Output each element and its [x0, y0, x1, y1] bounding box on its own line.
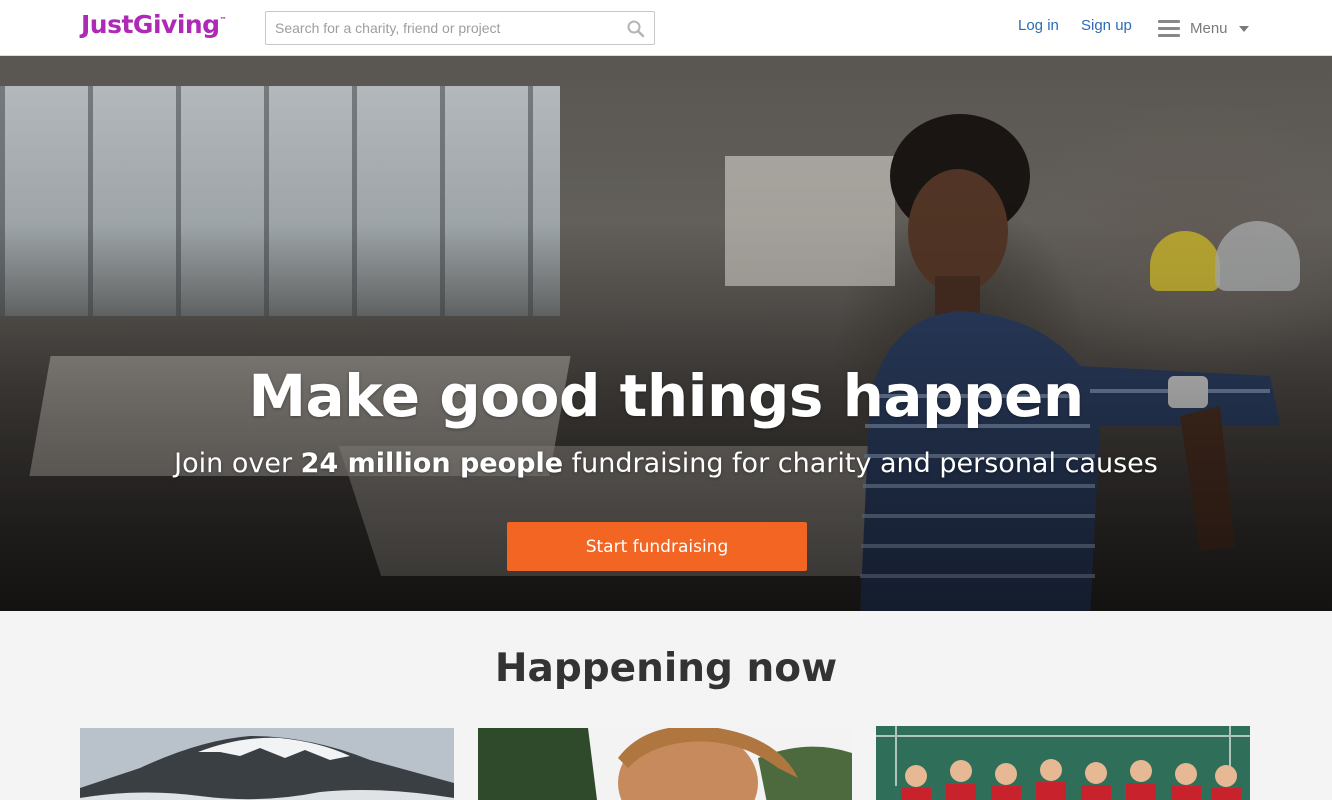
- site-header: JustGiving™ Log in Sign up Menu: [0, 0, 1332, 56]
- story-card-mountain[interactable]: [80, 728, 454, 800]
- story-card-runner[interactable]: [478, 728, 852, 800]
- team-celebration-photo: [876, 726, 1250, 800]
- hero-subtitle-prefix: Join over: [174, 448, 301, 479]
- hamburger-icon: [1158, 19, 1180, 37]
- search-icon[interactable]: [626, 19, 646, 39]
- menu-button[interactable]: Menu: [1158, 14, 1249, 42]
- login-link[interactable]: Log in: [1018, 17, 1059, 34]
- chevron-down-icon: [1238, 26, 1249, 32]
- hero-subtitle-suffix: fundraising for charity and personal cau…: [563, 448, 1158, 479]
- runner-photo: [478, 728, 852, 800]
- happening-now-title: Happening now: [494, 646, 838, 691]
- start-fundraising-button[interactable]: Start fundraising: [507, 522, 807, 571]
- logo-text: JustGiving: [81, 10, 220, 39]
- story-card-team[interactable]: [876, 726, 1250, 800]
- trademark-mark: ™: [219, 16, 227, 24]
- mountain-photo: [80, 728, 454, 800]
- hero-subtitle-highlight: 24 million people: [300, 448, 564, 479]
- hero-banner: Make good things happen Join over 24 mil…: [0, 56, 1332, 611]
- hero-subtitle: Join over 24 million people fundraising …: [0, 448, 1332, 479]
- justgiving-logo[interactable]: JustGiving™: [81, 10, 227, 39]
- search-box: [265, 11, 655, 45]
- signup-link[interactable]: Sign up: [1081, 17, 1132, 34]
- hero-title: Make good things happen: [248, 362, 1084, 430]
- menu-label: Menu: [1190, 19, 1228, 37]
- search-input[interactable]: [266, 12, 606, 44]
